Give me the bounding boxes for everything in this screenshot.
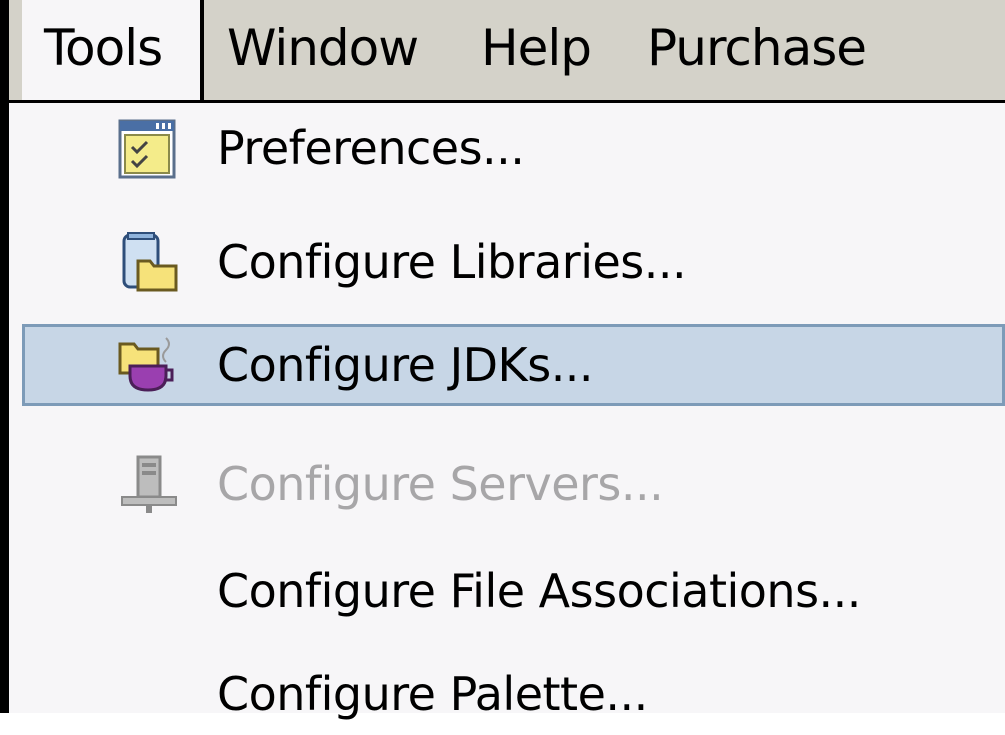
menu-help[interactable]: Help xyxy=(481,0,601,100)
menu-item-configure-file-associations[interactable]: Configure File Associations... xyxy=(22,550,1005,632)
menu-item-configure-servers[interactable]: Configure Servers... xyxy=(22,443,1005,525)
menu-window[interactable]: Window xyxy=(227,0,427,100)
menu-item-configure-palette[interactable]: Configure Palette... xyxy=(22,653,1005,735)
window-left-edge xyxy=(0,0,9,713)
menu-purchase-label: Purchase xyxy=(647,19,867,77)
preferences-icon xyxy=(116,117,180,181)
tools-dropdown-menu: Preferences... Configure Libraries... Co… xyxy=(9,100,1005,721)
menu-window-label: Window xyxy=(227,19,419,77)
menu-help-label: Help xyxy=(481,19,592,77)
menu-purchase[interactable]: Purchase xyxy=(647,0,887,100)
servers-icon xyxy=(116,453,180,517)
menu-bar: Tools Window Help Purchase xyxy=(9,0,1005,104)
menu-tools-label: Tools xyxy=(44,19,163,77)
libraries-icon xyxy=(116,231,180,295)
menu-item-configure-palette-label: Configure Palette... xyxy=(217,667,648,721)
jdk-icon xyxy=(116,334,180,398)
menu-item-configure-file-associations-label: Configure File Associations... xyxy=(217,564,861,618)
menu-item-configure-libraries-label: Configure Libraries... xyxy=(217,235,687,289)
menu-item-configure-libraries[interactable]: Configure Libraries... xyxy=(22,221,1005,303)
menu-item-preferences[interactable]: Preferences... xyxy=(22,107,1005,189)
menu-item-preferences-label: Preferences... xyxy=(217,121,525,175)
menu-item-configure-jdks[interactable]: Configure JDKs... xyxy=(22,324,1005,406)
menu-item-configure-servers-label: Configure Servers... xyxy=(217,457,664,511)
menu-tools[interactable]: Tools xyxy=(22,0,204,104)
menu-item-configure-jdks-label: Configure JDKs... xyxy=(217,338,594,392)
